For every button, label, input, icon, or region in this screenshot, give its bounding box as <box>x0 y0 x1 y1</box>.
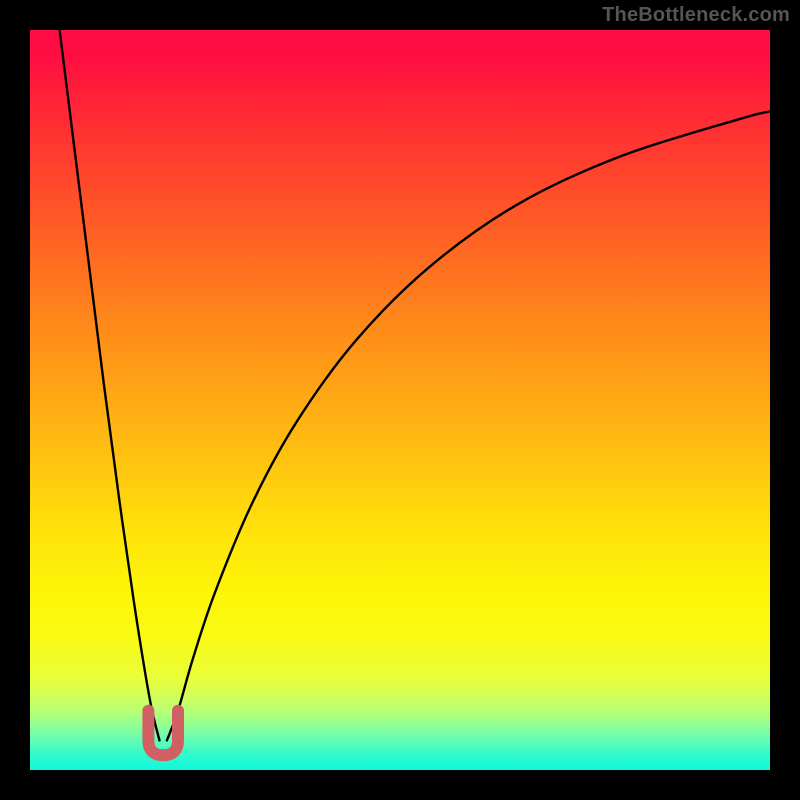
plot-area <box>30 30 770 770</box>
curve-left-branch <box>60 30 160 740</box>
chart-container: TheBottleneck.com <box>0 0 800 800</box>
curve-right-branch <box>167 111 770 740</box>
attribution-text: TheBottleneck.com <box>602 4 790 27</box>
curve-layer <box>30 30 770 770</box>
minimum-marker <box>148 711 178 755</box>
